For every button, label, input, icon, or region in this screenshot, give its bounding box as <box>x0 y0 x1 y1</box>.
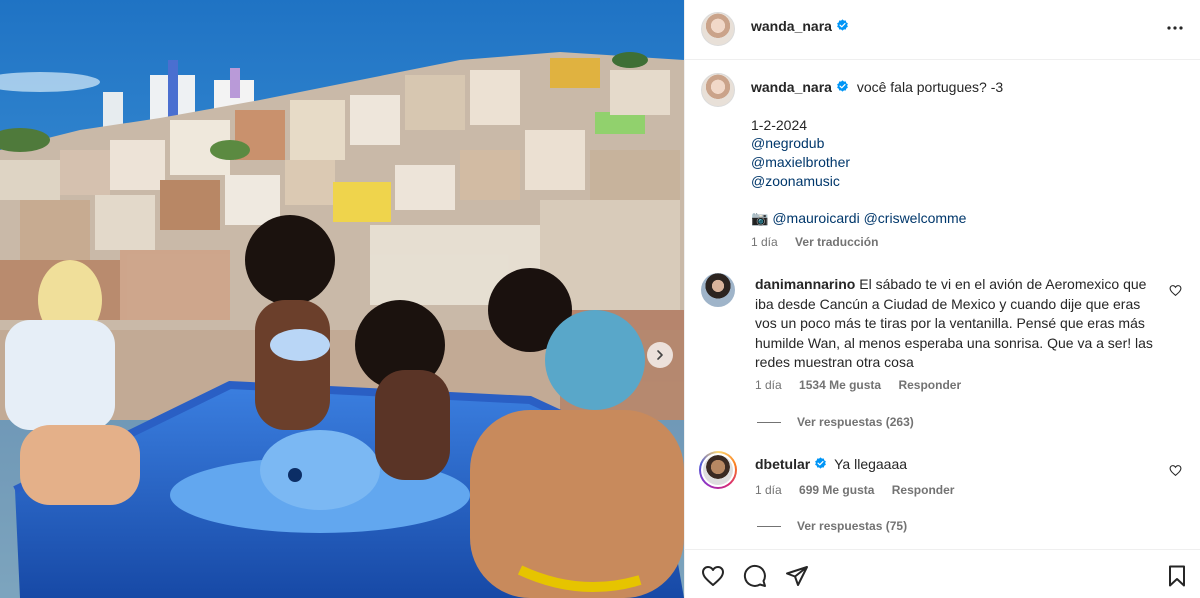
verified-badge-icon <box>837 19 848 31</box>
mention-link[interactable]: @criswelcomme <box>864 210 967 226</box>
share-icon[interactable] <box>785 564 809 588</box>
post-media[interactable] <box>0 0 684 598</box>
photo-credits: 📷 @mauroicardi @criswelcomme <box>751 209 966 227</box>
caption-author-avatar[interactable] <box>701 73 735 107</box>
story-ring[interactable] <box>699 451 737 489</box>
post-photo <box>0 0 684 598</box>
mention-link[interactable]: @zoonamusic <box>751 172 840 190</box>
mention-link[interactable]: @maxielbrother <box>751 153 850 171</box>
caption-first-line: wanda_nara você fala portugues? -3 <box>751 78 1003 96</box>
comment-likes[interactable]: 1534 Me gusta <box>799 378 881 392</box>
commenter-username[interactable]: dbetular <box>755 456 810 472</box>
commenter-avatar[interactable] <box>701 273 735 307</box>
comment-icon[interactable] <box>743 564 767 588</box>
reply-button[interactable]: Responder <box>892 483 955 497</box>
comment-text: Ya llegaaaa <box>834 456 908 472</box>
replies-divider <box>757 526 781 528</box>
author-username[interactable]: wanda_nara <box>751 18 849 34</box>
post-time: 1 día <box>751 235 778 249</box>
comment-body: dbetular Ya llegaaaa <box>755 455 1165 475</box>
comment-likes[interactable]: 699 Me gusta <box>799 483 874 497</box>
comment-time: 1 día <box>755 483 782 497</box>
camera-icon: 📷 <box>751 210 769 226</box>
bookmark-icon[interactable] <box>1165 564 1189 588</box>
verified-badge-icon <box>837 80 848 92</box>
view-replies-button[interactable]: Ver respuestas (75) <box>757 519 907 533</box>
caption-username[interactable]: wanda_nara <box>751 79 832 95</box>
heart-icon[interactable] <box>701 564 725 588</box>
post-action-bar <box>685 549 1200 598</box>
comment-meta: 1 día 1534 Me gusta Responder <box>755 378 961 392</box>
mention-link[interactable]: @negrodub <box>751 134 824 152</box>
commenter-username[interactable]: danimannarino <box>755 276 855 292</box>
more-options-icon[interactable] <box>1163 16 1187 40</box>
replies-divider <box>757 422 781 424</box>
view-replies-button[interactable]: Ver respuestas (263) <box>757 415 914 429</box>
like-comment-heart-icon[interactable] <box>1169 284 1182 297</box>
next-photo-button[interactable] <box>647 342 673 368</box>
verified-badge-icon <box>815 457 827 469</box>
reply-button[interactable]: Responder <box>898 378 961 392</box>
chevron-right-icon <box>657 350 663 360</box>
comment-body: danimannarino El sábado te vi en el avió… <box>755 275 1165 373</box>
commenter-avatar[interactable] <box>703 455 733 485</box>
see-translation-button[interactable]: Ver traducción <box>795 235 878 249</box>
mention-link[interactable]: @mauroicardi <box>772 210 859 226</box>
post-header: wanda_nara <box>685 0 1200 60</box>
caption-text: você fala portugues? -3 <box>856 79 1004 95</box>
comment-time: 1 día <box>755 378 782 392</box>
post-side-panel: wanda_nara wanda_nara você fala portugue… <box>684 0 1200 598</box>
caption-meta: 1 día Ver traducción <box>751 235 878 249</box>
like-comment-heart-icon[interactable] <box>1169 464 1182 477</box>
comment-meta: 1 día 699 Me gusta Responder <box>755 483 954 497</box>
caption-date: 1-2-2024 <box>751 117 808 133</box>
author-avatar[interactable] <box>701 12 735 46</box>
